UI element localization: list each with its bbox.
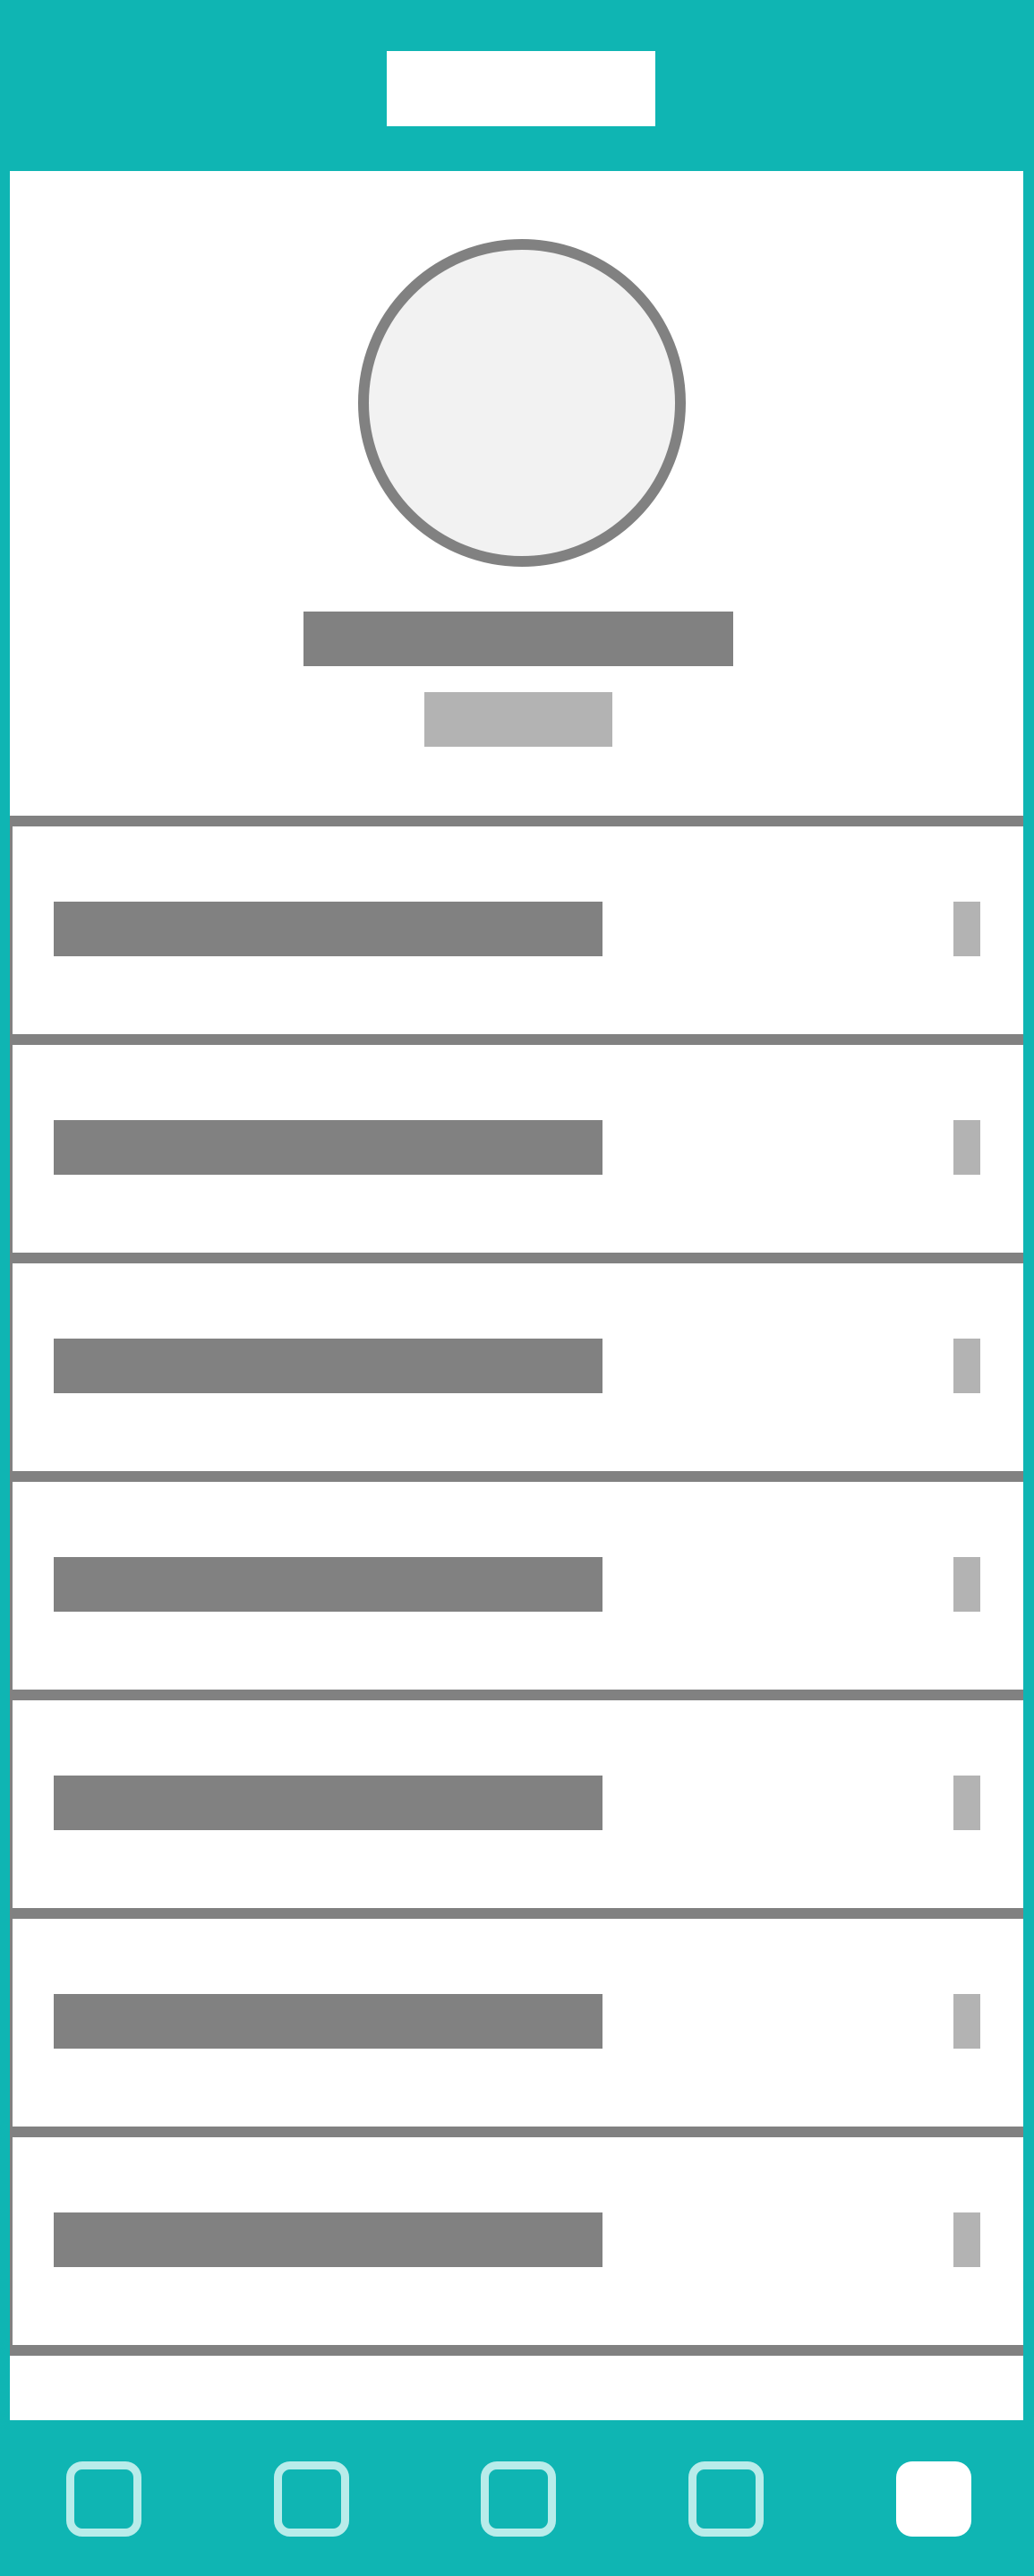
chevron-right-icon: [953, 1120, 980, 1175]
chevron-right-icon: [953, 902, 980, 956]
tab-3-icon[interactable]: [481, 2461, 556, 2537]
profile-section: [10, 171, 1023, 816]
menu-item-label: [54, 1120, 602, 1175]
tab-5-icon[interactable]: [896, 2461, 971, 2537]
bottom-nav: [0, 2420, 1034, 2576]
app-header: [0, 0, 1034, 171]
chevron-right-icon: [953, 1994, 980, 2049]
menu-item-label: [54, 1776, 602, 1830]
menu-item-label: [54, 902, 602, 956]
avatar[interactable]: [358, 239, 686, 567]
menu-item-1[interactable]: [10, 816, 1023, 1034]
app-screen: [0, 0, 1034, 2576]
menu-item-7[interactable]: [10, 2127, 1023, 2356]
chevron-right-icon: [953, 1776, 980, 1830]
tab-1-icon[interactable]: [66, 2461, 141, 2537]
profile-subtitle: [424, 692, 612, 747]
chevron-right-icon: [953, 2212, 980, 2267]
chevron-right-icon: [953, 1339, 980, 1393]
menu-item-label: [54, 1557, 602, 1612]
menu-item-3[interactable]: [10, 1253, 1023, 1471]
chevron-right-icon: [953, 1557, 980, 1612]
menu-item-5[interactable]: [10, 1690, 1023, 1908]
profile-name: [303, 612, 733, 666]
menu-item-4[interactable]: [10, 1471, 1023, 1690]
menu-item-label: [54, 1339, 602, 1393]
content-area: [10, 171, 1023, 2420]
menu-item-6[interactable]: [10, 1908, 1023, 2127]
menu-item-2[interactable]: [10, 1034, 1023, 1253]
menu-item-label: [54, 2212, 602, 2267]
menu-item-label: [54, 1994, 602, 2049]
header-title: [387, 51, 655, 126]
tab-2-icon[interactable]: [274, 2461, 349, 2537]
tab-4-icon[interactable]: [688, 2461, 764, 2537]
